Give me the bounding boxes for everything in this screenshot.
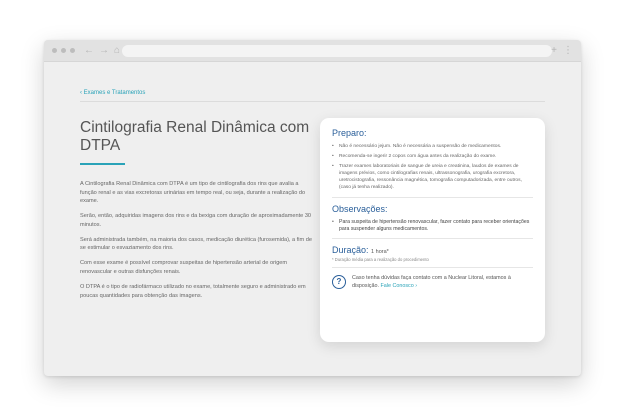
browser-actions: + ⋮ (551, 44, 573, 58)
window-dot[interactable] (52, 48, 57, 53)
browser-nav: ← → ⌂ (84, 44, 120, 58)
new-tab-icon[interactable]: + (551, 44, 557, 58)
observacoes-heading: Observações: (332, 203, 388, 214)
browser-chrome: ← → ⌂ + ⋮ (44, 40, 581, 62)
menu-icon[interactable]: ⋮ (563, 44, 573, 58)
divider (332, 196, 533, 198)
duracao-note: * Duração média para a realização do pro… (332, 256, 429, 262)
breadcrumb-divider (80, 101, 545, 102)
list-item: Para suspeita de hipertensão renovascula… (332, 219, 533, 233)
description-paragraph: Será administrada também, na maioria dos… (80, 236, 312, 252)
list-item: Recomenda-se ingerir 2 copos com água an… (332, 153, 533, 160)
list-item: Não é necessário jejum. Não é necessária… (332, 143, 533, 150)
breadcrumb-label: Exames e Tratamentos (83, 90, 146, 96)
preparo-list: Não é necessário jejum. Não é necessária… (332, 143, 533, 192)
window-dot[interactable] (70, 48, 75, 53)
forward-arrow-icon[interactable]: → (99, 44, 109, 58)
contact-link[interactable]: Fale Conosco › (380, 283, 417, 289)
description-paragraph: Com esse exame é possível comprovar susp… (80, 260, 288, 275)
page-content: ‹ Exames e Tratamentos Cintilografia Ren… (44, 62, 581, 376)
breadcrumb[interactable]: ‹ Exames e Tratamentos (80, 90, 145, 96)
contact-text: Caso tenha dúvidas faça contato com a Nu… (352, 274, 533, 290)
divider (332, 266, 533, 268)
duracao-label: Duração: (332, 244, 369, 255)
window-dot[interactable] (61, 48, 66, 53)
browser-window: ← → ⌂ + ⋮ ‹ Exames e Tratamentos Cintilo… (44, 40, 581, 376)
window-controls (52, 48, 75, 53)
observacoes-list: Para suspeita de hipertensão renovascula… (332, 219, 533, 233)
preparo-heading: Preparo: (332, 128, 367, 138)
help-circle-icon: ? (332, 274, 346, 289)
back-arrow-icon[interactable]: ← (84, 44, 94, 58)
address-bar[interactable] (122, 45, 552, 57)
chevron-left-icon: ‹ (80, 90, 82, 96)
home-icon[interactable]: ⌂ (114, 44, 120, 58)
contact-message: Caso tenha dúvidas faça contato com a Nu… (352, 274, 511, 289)
duracao-value: 1 hora* (371, 248, 389, 255)
description-paragraph: A Cintilografia Renal Dinâmica com DTPA … (80, 181, 306, 205)
info-card: Preparo: Não é necessário jejum. Não é n… (320, 118, 545, 342)
divider (332, 237, 533, 239)
page-title: Cintilografia Renal Dinâmica com DTPA (80, 119, 310, 154)
title-underline (80, 163, 125, 165)
description: A Cintilografia Renal Dinâmica com DTPA … (80, 180, 312, 306)
duracao-line: Duração: 1 hora* (332, 245, 533, 255)
list-item: Trazer exames laboratoriais de sangue de… (332, 163, 533, 191)
description-paragraph: Serão, então, adquiridas imagens dos rin… (80, 213, 312, 228)
contact-block: ? Caso tenha dúvidas faça contato com a … (332, 274, 533, 290)
description-paragraph: O DTPA é o tipo de radiofármaco utilizad… (80, 283, 306, 299)
